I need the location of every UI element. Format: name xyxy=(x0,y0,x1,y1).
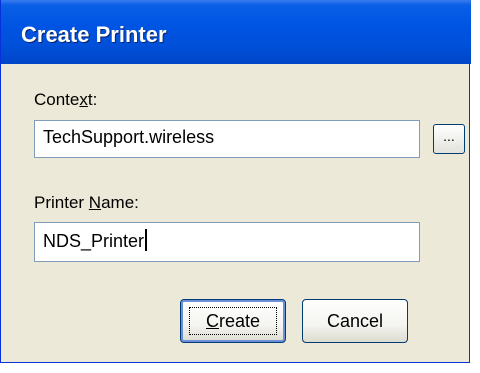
title-bar[interactable]: Create Printer xyxy=(1,0,471,64)
dialog-title: Create Printer xyxy=(21,22,167,47)
context-input-value: TechSupport.wireless xyxy=(43,127,215,147)
create-printer-dialog: Create Printer Context: TechSupport.wire… xyxy=(0,0,471,363)
printer-name-input[interactable]: NDS_Printer xyxy=(34,222,420,262)
browse-context-button[interactable]: ... xyxy=(433,124,465,154)
create-button[interactable]: Create xyxy=(180,299,286,343)
printer-name-label: Printer Name: xyxy=(34,193,139,212)
cancel-button[interactable]: Cancel xyxy=(302,299,408,343)
context-label: Context: xyxy=(34,90,98,109)
context-input[interactable]: TechSupport.wireless xyxy=(34,120,420,158)
printer-name-input-value: NDS_Printer xyxy=(43,231,145,251)
create-button-label: Create xyxy=(205,311,261,331)
text-cursor xyxy=(145,229,148,251)
